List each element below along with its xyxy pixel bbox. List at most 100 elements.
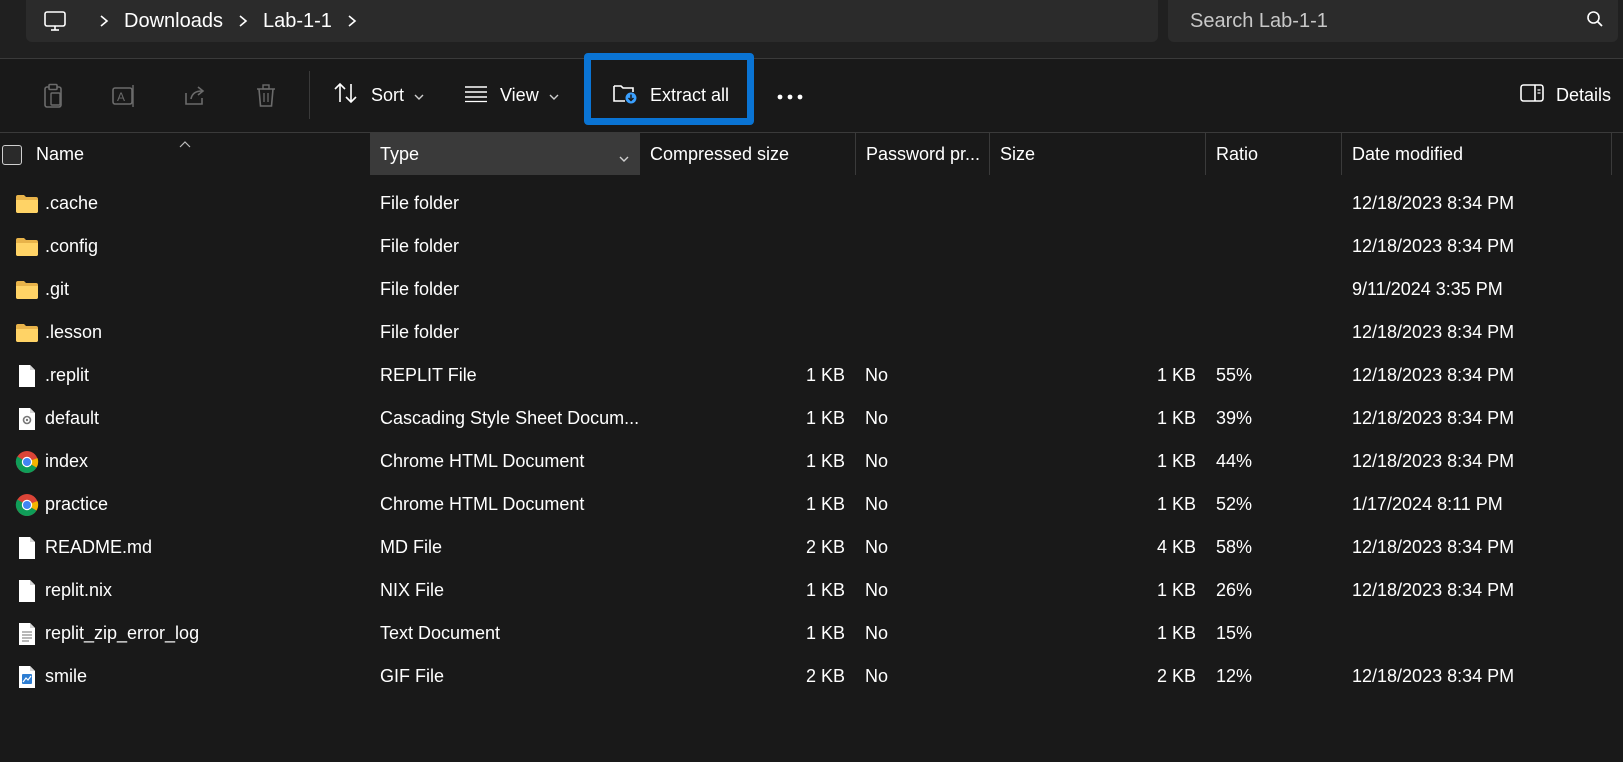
file-name: .cache <box>45 193 99 213</box>
file-row[interactable]: README.md MD File 2 KB No 4 KB 58% 12/18/2023 … <box>0 526 1623 569</box>
sort-label: Sort <box>371 84 405 105</box>
file-row[interactable]: .git File folder 9/11/2024 3:35 PM <box>0 268 1623 311</box>
file-type: Chrome HTML Document <box>380 494 585 514</box>
column-header-type[interactable]: Type <box>370 133 640 175</box>
file-name: index <box>45 451 89 471</box>
more-options-button[interactable] <box>777 73 803 117</box>
file-ratio: 58% <box>1216 537 1253 557</box>
file-type: File folder <box>380 193 460 213</box>
file-ratio: 39% <box>1216 408 1253 428</box>
file-name: .git <box>45 279 70 299</box>
file-password-protected: No <box>865 537 889 557</box>
more-icon <box>777 85 803 106</box>
file-date-modified: 12/18/2023 8:34 PM <box>1352 408 1515 428</box>
file-ratio: 55% <box>1216 365 1253 385</box>
file-compressed-size <box>620 268 845 311</box>
rename-icon[interactable]: A <box>111 83 137 109</box>
delete-icon[interactable] <box>253 83 279 109</box>
file-password-protected: No <box>865 494 889 514</box>
file-type: Text Document <box>380 623 501 643</box>
file-row[interactable]: .cache File folder 12/18/2023 8:34 PM <box>0 182 1623 225</box>
command-bar: A Sort View Extract all Details <box>0 53 1623 133</box>
column-header-ratio[interactable]: Ratio <box>1206 133 1342 175</box>
file-size <box>960 225 1196 268</box>
column-header-name[interactable]: Name <box>26 133 370 175</box>
file-row[interactable]: .config File folder 12/18/2023 8:34 PM <box>0 225 1623 268</box>
file-password-protected: No <box>865 623 889 643</box>
file-compressed-size: 1 KB <box>805 623 845 643</box>
share-icon[interactable] <box>182 83 208 109</box>
file-size: 1 KB <box>1156 365 1196 385</box>
file-date-modified: 9/11/2024 3:35 PM <box>1352 279 1503 299</box>
file-name: default <box>45 408 100 428</box>
file-type: Chrome HTML Document <box>380 451 585 471</box>
details-pane-icon <box>1520 83 1544 108</box>
view-list-icon <box>464 83 488 108</box>
select-all-checkbox[interactable] <box>2 145 22 165</box>
sort-button[interactable]: Sort <box>333 73 424 117</box>
breadcrumb-downloads[interactable]: Downloads <box>124 10 223 33</box>
image-file-icon <box>15 665 39 689</box>
chevron-down-icon[interactable] <box>619 147 629 168</box>
file-size <box>960 182 1196 225</box>
file-name: .replit <box>45 365 90 385</box>
file-compressed-size: 1 KB <box>805 408 845 428</box>
paste-icon[interactable] <box>40 83 66 109</box>
chevron-right-icon[interactable] <box>332 14 372 28</box>
file-compressed-size <box>620 225 845 268</box>
file-size: 1 KB <box>1156 623 1196 643</box>
file-size: 1 KB <box>1156 580 1196 600</box>
file-date-modified: 12/18/2023 8:34 PM <box>1352 322 1515 342</box>
chevron-right-icon[interactable] <box>223 14 263 28</box>
search-box[interactable]: Search Lab-1-1 <box>1168 0 1618 42</box>
file-date-modified: 12/18/2023 8:34 PM <box>1352 193 1515 213</box>
extract-all-button[interactable]: Extract all <box>612 73 729 117</box>
folder-icon <box>15 321 39 345</box>
file-row[interactable]: replit_zip_error_log Text Document 1 KB No 1… <box>0 612 1623 655</box>
view-button[interactable]: View <box>464 73 559 117</box>
details-button[interactable]: Details <box>1520 73 1611 117</box>
file-name: README.md <box>45 537 153 557</box>
file-size <box>960 311 1196 354</box>
file-row[interactable]: smile GIF File 2 KB No 2 KB 12% 12/18/2023 8:3… <box>0 655 1623 698</box>
this-pc-icon[interactable] <box>26 10 84 32</box>
column-header-date-modified[interactable]: Date modified <box>1342 133 1612 175</box>
file-size: 1 KB <box>1156 408 1196 428</box>
column-header-compressed-size-label: Compressed size <box>650 143 790 164</box>
column-header-compressed-size[interactable]: Compressed size <box>640 133 856 175</box>
css-file-icon <box>15 407 39 431</box>
column-header-size[interactable]: Size <box>990 133 1206 175</box>
chevron-right-icon[interactable] <box>84 14 124 28</box>
file-type: NIX File <box>380 580 445 600</box>
file-size: 2 KB <box>1156 666 1196 686</box>
file-icon <box>15 579 39 603</box>
file-row[interactable]: .lesson File folder 12/18/2023 8:34 PM <box>0 311 1623 354</box>
details-label: Details <box>1556 84 1612 105</box>
file-compressed-size <box>620 182 845 225</box>
text-file-icon <box>15 622 39 646</box>
column-header-password[interactable]: Password pr... <box>856 133 990 175</box>
file-icon <box>15 536 39 560</box>
search-icon[interactable] <box>1586 10 1604 33</box>
folder-icon <box>15 235 39 259</box>
file-row[interactable]: replit.nix NIX File 1 KB No 1 KB 26% 12/18/202… <box>0 569 1623 612</box>
file-password-protected: No <box>865 365 889 385</box>
file-compressed-size: 1 KB <box>805 365 845 385</box>
file-row[interactable]: practice Chrome HTML Document 1 KB No 1 KB 52… <box>0 483 1623 526</box>
file-list: .cache File folder 12/18/2023 8:34 PM .conf… <box>0 182 1623 698</box>
file-type: MD File <box>380 537 442 557</box>
file-date-modified: 12/18/2023 8:34 PM <box>1352 365 1515 385</box>
folder-icon <box>15 192 39 216</box>
address-bar[interactable]: Downloads Lab-1-1 <box>26 0 1158 42</box>
file-password-protected: No <box>865 580 889 600</box>
file-icon <box>15 364 39 388</box>
file-row[interactable]: default Cascading Style Sheet Docum... 1 K… <box>0 397 1623 440</box>
file-row[interactable]: index Chrome HTML Document 1 KB No 1 KB 44% 12… <box>0 440 1623 483</box>
file-row[interactable]: .replit REPLIT File 1 KB No 1 KB 55% 12/18/202… <box>0 354 1623 397</box>
column-header-ratio-label: Ratio <box>1216 143 1259 164</box>
search-input[interactable]: Search Lab-1-1 <box>1190 10 1328 33</box>
breadcrumb-lab-1-1[interactable]: Lab-1-1 <box>263 10 332 33</box>
chevron-down-icon <box>414 85 424 106</box>
column-header-type-label: Type <box>380 143 420 164</box>
file-date-modified: 12/18/2023 8:34 PM <box>1352 537 1515 557</box>
